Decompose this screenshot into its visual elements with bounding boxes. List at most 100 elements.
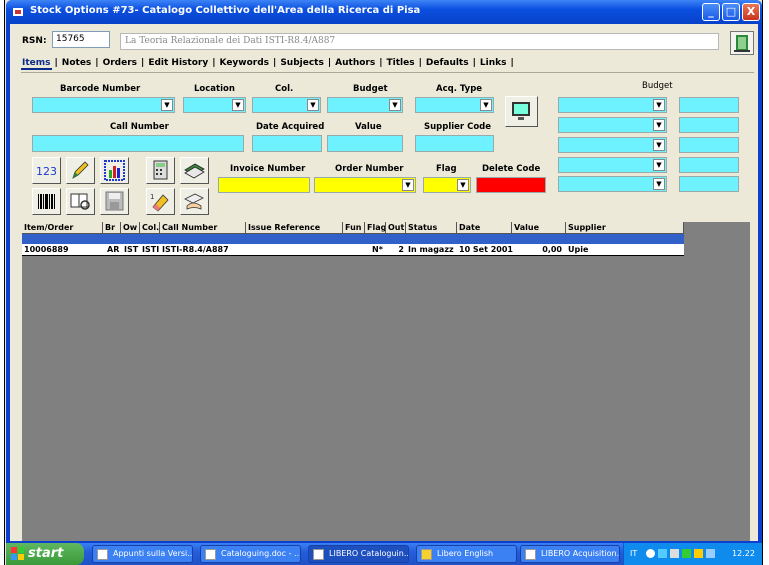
tray-icon[interactable] [706,549,715,558]
budget-select-2[interactable]: ▼ [558,117,667,133]
taskbar-item-libero-cataloguing[interactable]: LIBERO Cataloguin... [308,545,409,563]
minimize-button[interactable]: _ [702,3,720,21]
title-bar[interactable]: Stock Options #73- Catalogo Collettivo d… [6,0,762,24]
chevron-down-icon: ▼ [457,179,469,191]
invoice-input[interactable] [218,177,310,193]
supplier-code-input[interactable] [415,135,494,152]
books-button[interactable] [180,157,209,184]
right-border [762,0,769,565]
value-input[interactable] [327,135,403,152]
chevron-down-icon: ▼ [307,99,319,111]
exit-door-icon[interactable] [730,31,754,55]
language-indicator[interactable]: IT [630,543,637,565]
table-row[interactable]: 10006889 AR IST ISTI ISTI-R8.4/A887 N* 2… [22,244,684,256]
acq-type-label: Acq. Type [436,84,483,94]
tab-keywords[interactable]: Keywords [219,58,271,68]
budget-select-1[interactable]: ▼ [558,97,667,113]
record-title-field[interactable]: La Teoria Relazionale dei Dati ISTI-R8.4… [120,33,719,50]
rsn-label: RSN: [22,36,47,46]
tab-edit-history[interactable]: Edit History [147,58,209,68]
budget-amount-2[interactable] [679,117,739,133]
grid-header: Item/Order Br Ow Col. Call Number Issue … [22,222,684,234]
col-label: Col. [275,84,294,94]
computer-button[interactable] [505,96,538,127]
tray-icon[interactable] [694,549,703,558]
col-out[interactable]: Out [386,222,406,234]
delete-code-input[interactable] [476,177,546,193]
tab-titles[interactable]: Titles [386,58,416,68]
libero-app-icon [313,549,324,560]
flag-select[interactable]: ▼ [423,177,471,193]
cell-col: ISTI [142,245,160,254]
col-status[interactable]: Status [406,222,457,234]
barcode-button[interactable] [32,188,61,215]
tray-icon[interactable] [670,549,679,558]
col-date[interactable]: Date [457,222,512,234]
col-flag[interactable]: Flag [365,222,386,234]
hand-book-button[interactable] [180,188,209,215]
clock[interactable]: 12.22 [732,543,755,565]
search-book-button[interactable] [66,188,95,215]
tab-orders[interactable]: Orders [102,58,138,68]
maximize-button[interactable]: □ [722,3,740,21]
budget-amount-3[interactable] [679,137,739,153]
taskbar-item-libero-english[interactable]: Libero English [416,545,517,563]
barcode-select[interactable]: ▼ [32,97,175,113]
budget-amount-1[interactable] [679,97,739,113]
windows-logo-icon [11,547,24,560]
tray-icon[interactable] [646,549,655,558]
budget-amount-4[interactable] [679,157,739,173]
col-item-order[interactable]: Item/Order [22,222,103,234]
col-fun[interactable]: Fun [343,222,365,234]
budget-amount-5[interactable] [679,176,739,192]
pencil-icon [72,161,89,179]
tab-items[interactable]: Items [21,58,52,70]
tab-strip: Items | Notes | Orders | Edit History | Keywords… [21,58,514,70]
barcode-icon [38,194,55,209]
tab-links[interactable]: Links [479,58,508,68]
pencil-button[interactable] [66,157,95,184]
tray-icon[interactable] [658,549,667,558]
date-acquired-input[interactable] [252,135,322,152]
cell-br: AR [107,245,120,254]
order-select[interactable]: ▼ [314,177,416,193]
items-grid[interactable]: Item/Order Br Ow Col. Call Number Issue … [22,222,750,541]
acq-type-select[interactable]: ▼ [415,97,494,113]
eraser-button[interactable]: 1 [146,188,175,215]
chevron-down-icon: ▼ [653,159,665,171]
tab-notes[interactable]: Notes [61,58,92,68]
save-button[interactable] [100,188,129,215]
budget-select-5[interactable]: ▼ [558,176,667,192]
location-select[interactable]: ▼ [183,97,246,113]
numbering-button[interactable]: 123 [32,157,61,184]
chart-button[interactable] [100,157,129,184]
col-br[interactable]: Br [103,222,121,234]
tab-subjects[interactable]: Subjects [279,58,325,68]
col-value[interactable]: Value [512,222,566,234]
budget-select[interactable]: ▼ [327,97,403,113]
selected-row[interactable] [22,234,684,244]
col-call-number[interactable]: Call Number [160,222,246,234]
taskbar-item-cataloguing-doc[interactable]: Cataloguing.doc - ... [200,545,301,563]
budget-select-3[interactable]: ▼ [558,137,667,153]
client-area: RSN: 15765 La Teoria Relazionale dei Dat… [10,24,758,541]
budget-select-4[interactable]: ▼ [558,157,667,173]
calculator-button[interactable] [146,157,175,184]
cell-date: 10 Set 2001 [459,245,513,254]
col-col[interactable]: Col. [140,222,160,234]
col-supplier[interactable]: Supplier [566,222,684,234]
rsn-field[interactable]: 15765 [52,31,110,48]
location-label: Location [194,84,235,94]
close-button[interactable]: X [742,3,760,21]
col-ow[interactable]: Ow [121,222,140,234]
col-select[interactable]: ▼ [252,97,321,113]
col-issue-reference[interactable]: Issue Reference [246,222,343,234]
call-number-input[interactable] [32,135,244,152]
taskbar-item-libero-acquisition[interactable]: LIBERO Acquisition... [520,545,620,563]
taskbar-item-appunti[interactable]: Appunti sulla Versi... [92,545,193,563]
cell-call-number: ISTI-R8.4/A887 [162,245,229,254]
tray-icon[interactable] [682,549,691,558]
start-button[interactable]: start [6,543,84,565]
tab-defaults[interactable]: Defaults [425,58,470,68]
tab-authors[interactable]: Authors [334,58,376,68]
